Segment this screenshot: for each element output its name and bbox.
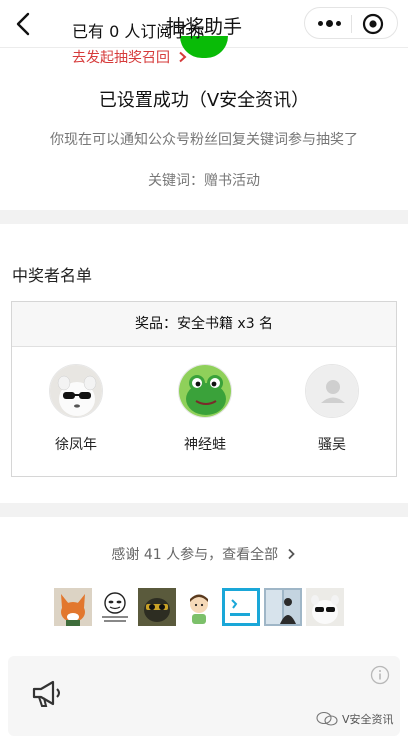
thanks-text: 感谢 41 人参与，查看全部 xyxy=(111,547,279,563)
chevron-right-icon xyxy=(179,51,187,63)
winner-name: 骚吴 xyxy=(318,437,346,453)
start-recall-link[interactable]: 去发起抽奖召回 xyxy=(72,47,188,67)
prize-header: 奖品：安全书籍 x3 名 xyxy=(12,302,396,347)
success-description: 你现在可以通知公众号粉丝回复关键词参与抽奖了 xyxy=(50,132,358,148)
blue-card-avatar xyxy=(222,588,260,626)
prize-name: 安全书籍 x3 名 xyxy=(176,316,274,332)
subscriber-count-text: 已有 0 人订阅了你 xyxy=(72,22,205,41)
miniprogram-capsule xyxy=(304,7,398,39)
sunglasses-cat-avatar xyxy=(138,588,176,626)
fox-avatar xyxy=(54,588,92,626)
keyword-value: 赠书活动 xyxy=(204,173,260,189)
wechat-watermark: V安全资讯 xyxy=(316,711,394,727)
winner-name: 神经蛙 xyxy=(184,437,226,453)
prize-label: 奖品： xyxy=(134,316,177,332)
section-divider xyxy=(0,503,408,517)
prize-card: 奖品：安全书籍 x3 名 徐凤年 神经蛙 骚吴 xyxy=(11,301,397,477)
watermark-text: V安全资讯 xyxy=(342,713,394,726)
panda-sunglasses-avatar xyxy=(49,364,103,418)
success-title: 已设置成功（V安全资讯） xyxy=(98,90,310,111)
winner-name: 徐凤年 xyxy=(55,437,97,453)
winners-heading: 中奖者名单 xyxy=(12,266,93,285)
megaphone-icon xyxy=(32,680,60,707)
view-all-participants-link[interactable]: 感谢 41 人参与，查看全部 xyxy=(0,544,408,564)
close-miniprogram-icon[interactable] xyxy=(361,12,385,36)
wechat-logo-icon xyxy=(316,712,338,726)
keyword-line: 关键词：赠书活动 xyxy=(0,170,408,190)
more-options-button[interactable] xyxy=(313,8,345,38)
start-recall-label: 去发起抽奖召回 xyxy=(72,50,170,66)
dot-icon xyxy=(335,20,341,26)
meme-avatar xyxy=(96,588,134,626)
dot-icon xyxy=(325,19,333,27)
chevron-right-icon xyxy=(287,548,295,560)
capsule-divider xyxy=(351,15,352,33)
frog-avatar xyxy=(178,364,232,418)
section-divider xyxy=(0,210,408,224)
panda-sunglasses-avatar xyxy=(306,588,344,626)
dot-icon xyxy=(317,20,323,26)
info-icon[interactable] xyxy=(370,665,390,685)
keyword-label: 关键词： xyxy=(148,173,204,189)
winner-item[interactable]: 徐凤年 xyxy=(26,364,126,454)
winner-item[interactable]: 神经蛙 xyxy=(155,364,255,454)
winner-item[interactable]: 骚吴 xyxy=(282,364,382,454)
participant-avatar-row[interactable] xyxy=(54,588,344,626)
window-figure-avatar xyxy=(264,588,302,626)
default-user-avatar xyxy=(305,364,359,418)
cartoon-boy-avatar xyxy=(180,588,218,626)
